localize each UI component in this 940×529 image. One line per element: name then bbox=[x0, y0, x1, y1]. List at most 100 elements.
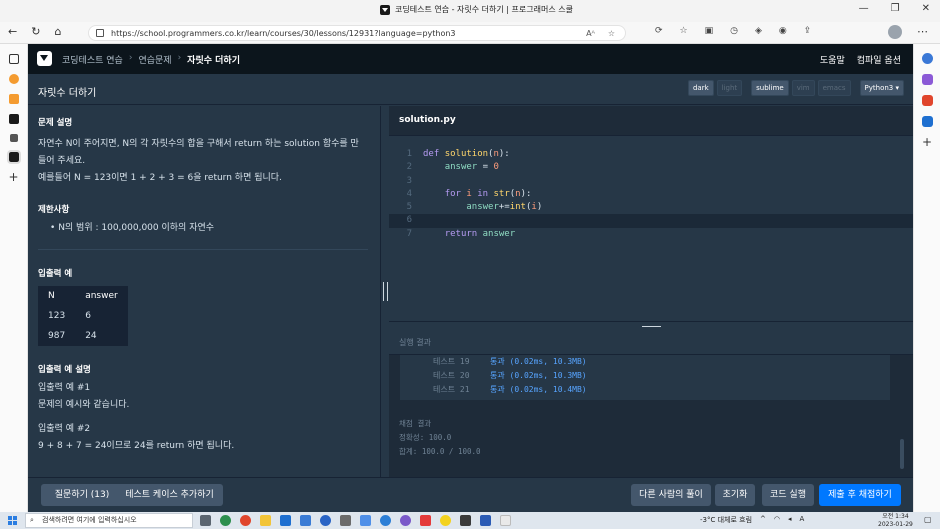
notification-icon[interactable]: ▢ bbox=[924, 515, 932, 524]
collections-icon[interactable]: ▣ bbox=[705, 26, 714, 36]
minimize-icon[interactable]: — bbox=[859, 3, 869, 14]
home-icon[interactable]: ⌂ bbox=[54, 25, 61, 38]
compile-options-link[interactable]: 컴파일 옵션 bbox=[857, 53, 901, 66]
tray-overflow-icon[interactable]: ^ bbox=[760, 515, 766, 525]
result-body[interactable]: 테스트 19 통과 (0.02ms, 10.3MB) 테스트 20 통과 (0.02… bbox=[389, 355, 913, 477]
table-header: answer bbox=[85, 291, 118, 301]
resize-grip-icon[interactable] bbox=[383, 282, 388, 301]
description-line: 자연수 N이 주어지면, N의 각 자릿수의 합을 구해서 return 하는 … bbox=[38, 139, 359, 149]
ask-question-button[interactable]: 질문하기 (13) bbox=[41, 484, 123, 506]
keymap-emacs-button[interactable]: emacs bbox=[817, 80, 851, 96]
refresh-icon[interactable]: ↻ bbox=[31, 25, 40, 38]
store-icon[interactable] bbox=[280, 515, 291, 526]
network-icon[interactable]: ◠ bbox=[774, 515, 780, 525]
scrollbar[interactable] bbox=[900, 439, 904, 469]
back-icon[interactable]: ← bbox=[8, 25, 17, 38]
theme-dark-button[interactable]: dark bbox=[687, 80, 714, 96]
extension-icon[interactable]: ◈ bbox=[755, 26, 762, 36]
code-area[interactable]: 1 def solution(n): 2 answer = 0 3 4 for i… bbox=[389, 148, 913, 241]
description-heading: 문제 설명 bbox=[38, 118, 73, 128]
sidebar-add-icon[interactable]: + bbox=[922, 136, 933, 148]
io-table: N answer 123 6 987 24 bbox=[38, 286, 128, 346]
table-row: 123 6 bbox=[38, 306, 128, 326]
tab-favicon-programmers[interactable] bbox=[8, 114, 19, 124]
tab-favicon-programmers-active[interactable] bbox=[6, 150, 21, 164]
tab-actions-icon[interactable] bbox=[8, 54, 19, 64]
app-icon[interactable] bbox=[320, 515, 331, 526]
reset-button[interactable]: 초기화 bbox=[715, 484, 755, 506]
breadcrumb-item[interactable]: 코딩테스트 연습 bbox=[62, 53, 123, 66]
theme-light-button[interactable]: light bbox=[716, 80, 743, 96]
taskbar-search-input[interactable]: ⌕ 검색하려면 여기에 입력하십시오 bbox=[25, 513, 193, 528]
screen: 코딩테스트 연습 - 자릿수 더하기 | 프로그래머스 스쿨 — ❐ ✕ ← ↻… bbox=[0, 0, 940, 529]
maximize-icon[interactable]: ❐ bbox=[891, 3, 900, 14]
read-aloud-icon[interactable]: Aᴬ bbox=[586, 26, 595, 41]
new-tab-plus-icon[interactable]: + bbox=[9, 171, 19, 183]
weather-text[interactable]: -3°C 대체로 흐림 bbox=[700, 515, 752, 525]
shield-icon[interactable]: ◉ bbox=[779, 26, 787, 36]
edge-icon[interactable] bbox=[220, 515, 231, 526]
language-value: Python3 bbox=[864, 84, 894, 92]
code-editor[interactable]: solution.py 1 def solution(n): 2 answer =… bbox=[389, 106, 913, 321]
chrome-icon[interactable] bbox=[240, 515, 251, 526]
sparkle-icon[interactable] bbox=[921, 74, 933, 85]
test-row: 테스트 21 통과 (0.02ms, 10.4MB) bbox=[400, 383, 890, 397]
run-code-button[interactable]: 코드 실행 bbox=[762, 484, 814, 506]
add-testcase-button[interactable]: 테스트 케이스 추가하기 bbox=[116, 484, 223, 506]
close-icon[interactable]: ✕ bbox=[922, 3, 930, 14]
others-solutions-button[interactable]: 다른 사람의 풀이 bbox=[631, 484, 711, 506]
address-input[interactable]: https://school.programmers.co.kr/learn/c… bbox=[88, 25, 626, 41]
result-splitter[interactable] bbox=[389, 321, 913, 331]
limit-text: N의 범위 : 100,000,000 이하의 자연수 bbox=[58, 223, 215, 233]
tab-favicon-orange[interactable] bbox=[8, 74, 19, 84]
favorites-icon[interactable]: ☆ bbox=[680, 26, 688, 36]
programmers-logo-icon[interactable] bbox=[37, 51, 52, 66]
test-row: 테스트 19 통과 (0.02ms, 10.3MB) bbox=[400, 355, 890, 369]
language-select[interactable]: Python3 ▾ bbox=[859, 80, 904, 96]
problem-panel: 문제 설명 자연수 N이 주어지면, N의 각 자릿수의 합을 구해서 retu… bbox=[28, 106, 380, 477]
search-icon[interactable] bbox=[921, 53, 933, 64]
submit-button[interactable]: 제출 후 채점하기 bbox=[819, 484, 901, 506]
volume-icon[interactable]: ◂ bbox=[788, 515, 792, 525]
app-icon[interactable] bbox=[420, 515, 431, 526]
share-icon[interactable]: ⇪ bbox=[804, 26, 812, 36]
lesson-title: 자릿수 더하기 bbox=[38, 88, 97, 99]
app-icon[interactable] bbox=[360, 515, 371, 526]
favorite-star-icon[interactable]: ☆ bbox=[608, 26, 615, 41]
line-number: 2 bbox=[406, 162, 412, 173]
caret-down-icon: ▾ bbox=[895, 84, 899, 92]
tab-favicon-book[interactable] bbox=[8, 94, 19, 104]
panel-resizer[interactable] bbox=[380, 106, 389, 477]
browser-tab[interactable]: 코딩테스트 연습 - 자릿수 더하기 | 프로그래머스 스쿨 bbox=[380, 4, 573, 15]
profile-avatar[interactable] bbox=[888, 25, 902, 39]
editor-options: dark light sublime vim emacs Python3 ▾ bbox=[687, 80, 904, 96]
task-view-icon[interactable] bbox=[200, 515, 211, 526]
settings-icon[interactable] bbox=[340, 515, 351, 526]
windows-taskbar: ⌕ 검색하려면 여기에 입력하십시오 -3°C 대체로 흐림 ^ ◠ ◂ A 오… bbox=[0, 512, 940, 529]
breadcrumb-item[interactable]: 연습문제 bbox=[138, 53, 171, 66]
outlook-icon[interactable] bbox=[921, 116, 933, 127]
taskbar-clock[interactable]: 오전 1:34 2023-01-29 bbox=[878, 513, 913, 529]
ime-indicator[interactable]: A bbox=[800, 515, 805, 525]
keymap-vim-button[interactable]: vim bbox=[791, 80, 815, 96]
file-explorer-icon[interactable] bbox=[260, 515, 271, 526]
history-icon[interactable]: ◷ bbox=[730, 26, 738, 36]
kakaotalk-icon[interactable] bbox=[440, 515, 451, 526]
tab-favicon-git[interactable] bbox=[9, 134, 18, 142]
app-icon[interactable] bbox=[400, 515, 411, 526]
reload-extension-icon[interactable]: ⟳ bbox=[655, 26, 663, 36]
divider bbox=[38, 249, 368, 250]
word-icon[interactable] bbox=[480, 515, 491, 526]
grading-heading: 채점 결과 bbox=[399, 419, 432, 428]
table-header: N bbox=[48, 291, 55, 301]
keymap-sublime-button[interactable]: sublime bbox=[751, 80, 789, 96]
mail-icon[interactable] bbox=[300, 515, 311, 526]
help-link[interactable]: 도움말 bbox=[820, 53, 845, 66]
app-icon[interactable] bbox=[460, 515, 471, 526]
office-icon[interactable] bbox=[921, 95, 933, 106]
app-icon[interactable] bbox=[380, 515, 391, 526]
notepad-icon[interactable] bbox=[500, 515, 511, 526]
more-menu-icon[interactable]: ⋯ bbox=[917, 25, 928, 38]
breadcrumb-current: 자릿수 더하기 bbox=[187, 56, 240, 66]
windows-start-icon[interactable] bbox=[8, 516, 17, 525]
